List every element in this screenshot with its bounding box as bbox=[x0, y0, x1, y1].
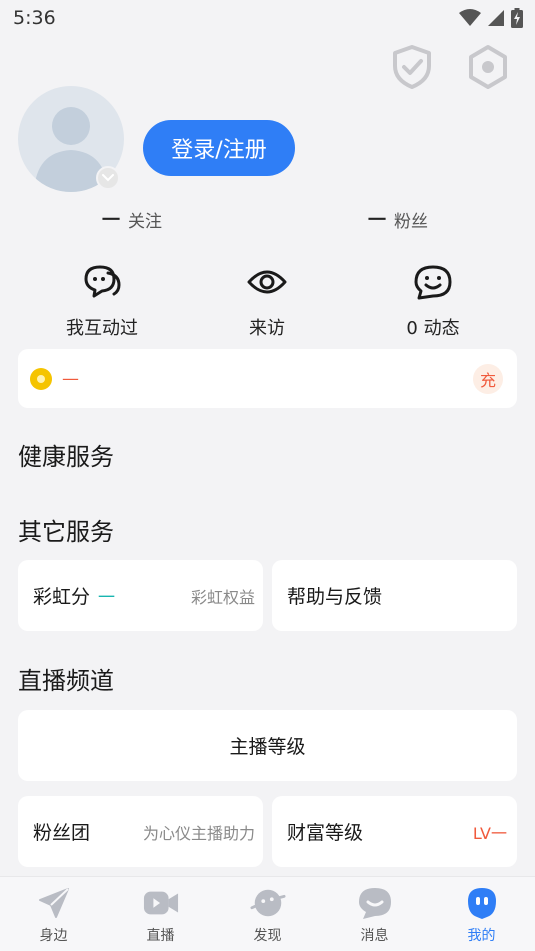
paper-plane-icon bbox=[38, 888, 69, 918]
status-bar: 5:36 bbox=[0, 0, 535, 36]
tab-messages-label: 消息 bbox=[360, 928, 389, 944]
profile-face-icon bbox=[467, 888, 496, 919]
rainbow-score-value: 一 bbox=[98, 588, 116, 608]
tab-nearby[interactable]: 身边 bbox=[0, 877, 107, 951]
charge-button[interactable]: 充 bbox=[473, 363, 503, 394]
anchor-level-label: 主播等级 bbox=[229, 736, 306, 758]
coin-balance-card[interactable]: — 充 bbox=[18, 349, 517, 408]
quick-moments-label: 0 动态 bbox=[406, 318, 460, 339]
help-feedback-card[interactable]: 帮助与反馈 bbox=[272, 560, 517, 631]
quick-interacted-label: 我互动过 bbox=[66, 318, 138, 339]
rainbow-score-label: 彩虹分 bbox=[33, 586, 91, 608]
fans-stat[interactable]: 一 粉丝 bbox=[368, 206, 428, 232]
wealth-level-value: LV一 bbox=[472, 823, 507, 843]
tab-messages[interactable]: 消息 bbox=[321, 877, 428, 951]
wifi-icon bbox=[459, 9, 481, 26]
following-count: 一 bbox=[102, 210, 120, 231]
avatar-expand-badge[interactable] bbox=[96, 166, 120, 190]
fan-club-label: 粉丝团 bbox=[33, 822, 91, 844]
fan-club-sub: 为心仪主播助力 bbox=[142, 823, 255, 843]
follow-row: 一 关注 一 粉丝 bbox=[0, 206, 535, 232]
smile-face-icon bbox=[414, 265, 452, 300]
section-live-title: 直播频道 bbox=[18, 667, 114, 695]
chevron-down-icon bbox=[102, 174, 114, 182]
settings-button[interactable] bbox=[465, 44, 511, 90]
coin-value: — bbox=[62, 368, 79, 389]
fans-count: 一 bbox=[368, 210, 386, 231]
shield-check-icon bbox=[393, 45, 431, 89]
quick-visitors[interactable]: 来访 bbox=[197, 262, 337, 340]
tab-live[interactable]: 直播 bbox=[107, 877, 214, 951]
login-register-button[interactable]: 登录/注册 bbox=[143, 120, 295, 176]
signal-icon bbox=[488, 10, 504, 26]
hexagon-settings-icon bbox=[469, 45, 507, 89]
bottom-tab-bar: 身边 直播 发现 消息 我的 bbox=[0, 876, 535, 951]
coin-icon bbox=[30, 367, 52, 390]
top-actions bbox=[389, 44, 511, 90]
planet-icon bbox=[249, 889, 286, 917]
section-health-title: 健康服务 bbox=[18, 443, 114, 471]
tab-mine-label: 我的 bbox=[467, 928, 496, 944]
eye-icon bbox=[247, 270, 287, 294]
status-time: 5:36 bbox=[13, 7, 56, 29]
following-stat[interactable]: 一 关注 bbox=[102, 206, 162, 232]
following-label: 关注 bbox=[128, 211, 162, 232]
rainbow-score-card[interactable]: 彩虹分 一 彩虹权益 bbox=[18, 560, 263, 631]
security-shield-button[interactable] bbox=[389, 44, 435, 90]
tab-discover-label: 发现 bbox=[253, 928, 282, 944]
quick-visitors-label: 来访 bbox=[249, 318, 285, 339]
chat-bubbles-icon bbox=[84, 265, 121, 298]
tab-nearby-label: 身边 bbox=[39, 928, 68, 944]
tab-mine[interactable]: 我的 bbox=[428, 877, 535, 951]
message-bubble-icon bbox=[358, 888, 391, 919]
video-camera-icon bbox=[143, 891, 178, 915]
tab-live-label: 直播 bbox=[146, 928, 175, 944]
anchor-level-card[interactable]: 主播等级 bbox=[18, 710, 517, 781]
section-other-title: 其它服务 bbox=[18, 518, 114, 546]
fan-club-card[interactable]: 粉丝团 为心仪主播助力 bbox=[18, 796, 263, 867]
status-icons bbox=[459, 8, 523, 28]
rainbow-rights-link[interactable]: 彩虹权益 bbox=[191, 584, 255, 608]
tab-discover[interactable]: 发现 bbox=[214, 877, 321, 951]
quick-actions: 我互动过 来访 0 动态 bbox=[0, 262, 535, 342]
quick-interacted[interactable]: 我互动过 bbox=[32, 262, 172, 340]
quick-moments[interactable]: 0 动态 bbox=[363, 262, 503, 340]
wealth-level-card[interactable]: 财富等级 LV一 bbox=[272, 796, 517, 867]
battery-icon bbox=[511, 8, 523, 28]
wealth-level-label: 财富等级 bbox=[287, 822, 364, 844]
fans-label: 粉丝 bbox=[394, 211, 428, 232]
help-feedback-label: 帮助与反馈 bbox=[287, 586, 383, 608]
